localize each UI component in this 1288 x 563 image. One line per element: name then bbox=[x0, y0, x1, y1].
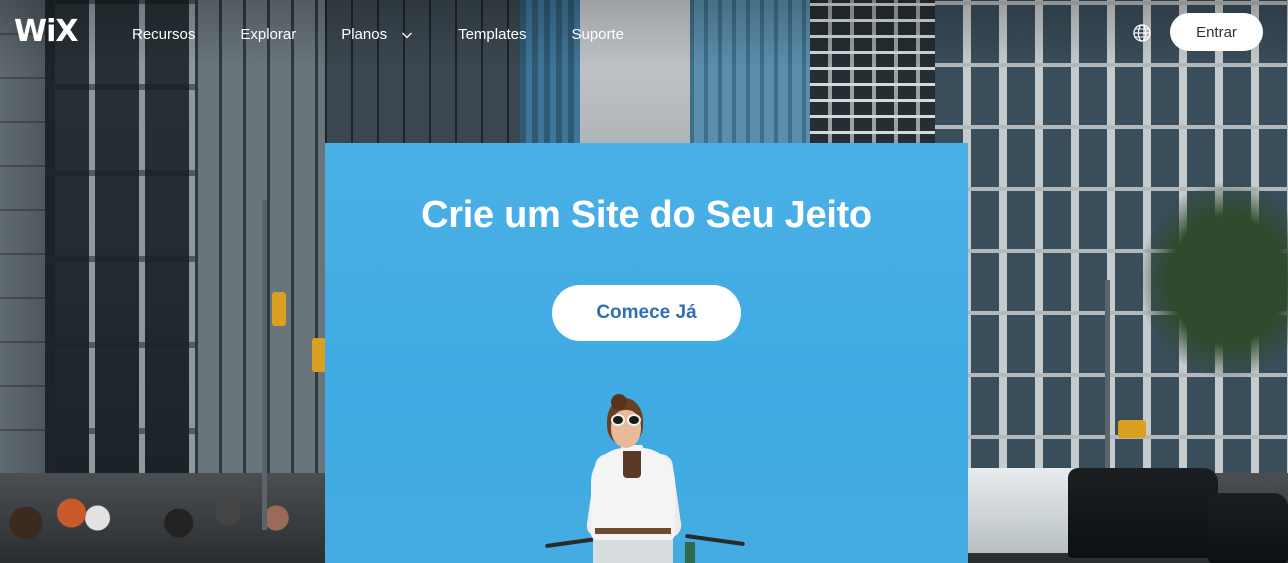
pedestrians bbox=[0, 453, 325, 553]
nav-item-label: Templates bbox=[458, 26, 527, 43]
login-button[interactable]: Entrar bbox=[1170, 13, 1263, 51]
nav-item-label: Recursos bbox=[132, 26, 196, 43]
nav-item-planos[interactable]: Planos bbox=[341, 25, 413, 45]
hero-woman-photo bbox=[535, 394, 765, 563]
nav-item-label: Planos bbox=[341, 26, 388, 43]
sunglasses bbox=[611, 414, 643, 426]
traffic-pole bbox=[262, 200, 267, 530]
main-nav: Recursos Explorar Planos Templates Supor… bbox=[132, 24, 624, 46]
nav-item-label: Suporte bbox=[571, 26, 625, 43]
chevron-down-icon bbox=[402, 32, 413, 39]
coffee-cup bbox=[621, 445, 643, 478]
nav-item-explorar[interactable]: Explorar bbox=[240, 25, 296, 45]
traffic-light bbox=[312, 338, 326, 372]
top-nav-bar: WiX Recursos Explorar Planos Templates S… bbox=[0, 0, 1288, 68]
building bbox=[195, 0, 325, 500]
car bbox=[1208, 493, 1288, 563]
building bbox=[45, 0, 195, 520]
start-now-button[interactable]: Comece Já bbox=[552, 285, 741, 341]
wix-logo[interactable]: WiX bbox=[14, 16, 79, 48]
nav-item-recursos[interactable]: Recursos bbox=[132, 25, 195, 45]
nav-item-suporte[interactable]: Suporte bbox=[571, 25, 624, 45]
hero-title: Crie um Site do Seu Jeito bbox=[421, 194, 872, 236]
traffic-light bbox=[1118, 420, 1146, 438]
tree bbox=[1138, 180, 1288, 380]
nav-item-label: Explorar bbox=[240, 26, 297, 43]
car bbox=[1068, 468, 1218, 558]
hero-panel: Crie um Site do Seu Jeito Comece Já bbox=[325, 143, 968, 563]
nav-item-templates[interactable]: Templates bbox=[458, 25, 526, 45]
traffic-light bbox=[272, 292, 286, 326]
globe-icon[interactable] bbox=[1132, 23, 1152, 43]
